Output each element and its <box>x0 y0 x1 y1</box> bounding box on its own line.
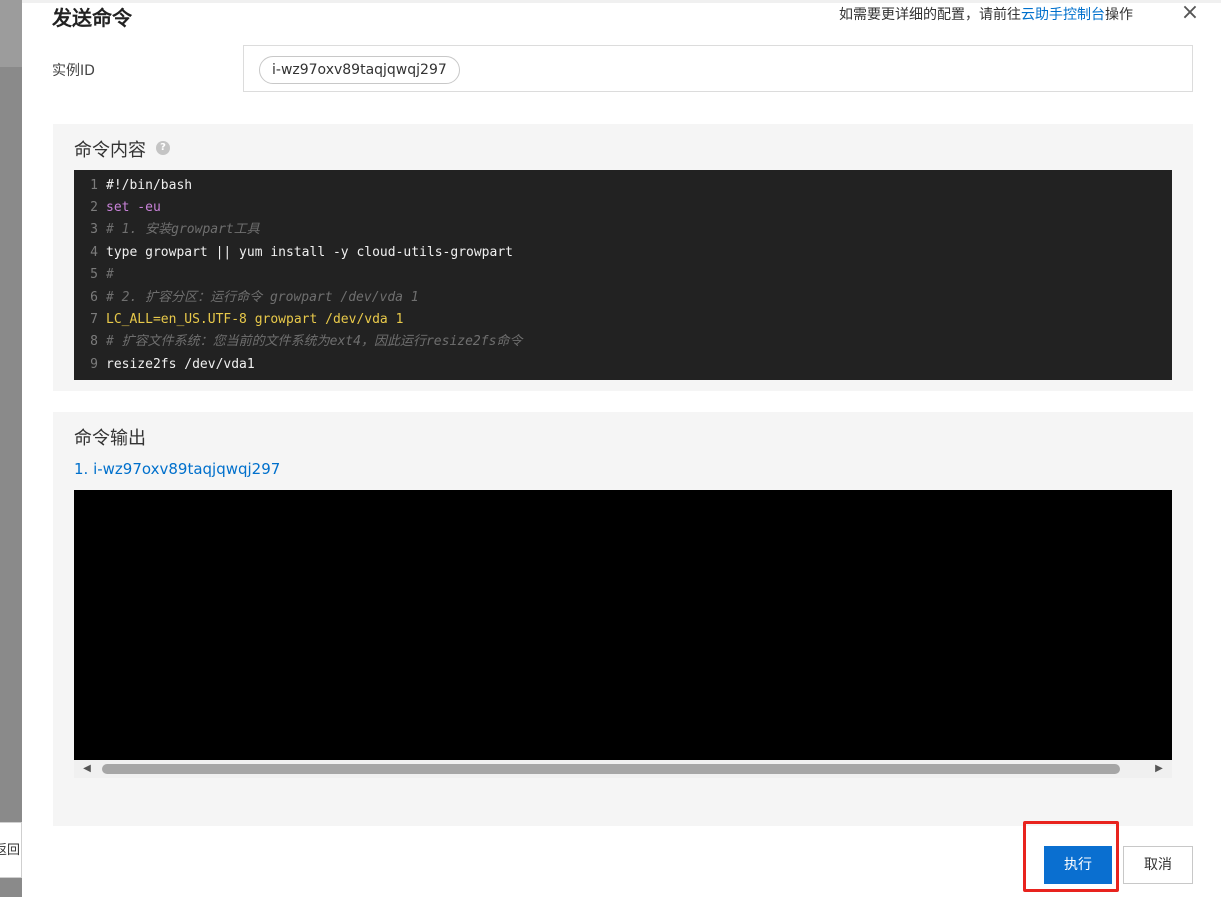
code-line: 7 LC_ALL=en_US.UTF-8 growpart /dev/vda 1 <box>90 312 404 327</box>
cancel-button[interactable]: 取消 <box>1123 846 1193 884</box>
code-line: 6 # 2. 扩容分区：运行命令 growpart /dev/vda 1 <box>90 290 419 305</box>
instance-chip[interactable]: i-wz97oxv89taqjqwqj297 <box>259 56 460 84</box>
scroll-right-icon[interactable]: ▶ <box>1150 760 1168 778</box>
dialog-hint: 如需要更详细的配置，请前往云助手控制台操作 <box>839 4 1133 24</box>
hint-suffix: 操作 <box>1105 7 1133 23</box>
command-output-title: 命令输出 <box>74 428 146 449</box>
close-icon[interactable]: × <box>1179 2 1201 24</box>
scrollbar-thumb[interactable] <box>102 764 1120 774</box>
background-header <box>0 0 22 67</box>
output-terminal <box>74 490 1172 760</box>
code-line: 8 # 扩容文件系统：您当前的文件系统为ext4，因此运行resize2fs命令 <box>90 334 523 349</box>
code-line: 9 resize2fs /dev/vda1 <box>90 357 255 372</box>
code-line: 3 # 1. 安装growpart工具 <box>90 222 260 237</box>
send-command-dialog: 发送命令 如需要更详细的配置，请前往云助手控制台操作 × 实例ID i-wz97… <box>22 0 1221 897</box>
code-line: 5 # <box>90 267 114 282</box>
horizontal-scrollbar[interactable]: ◀ ▶ <box>74 760 1172 778</box>
scroll-left-icon[interactable]: ◀ <box>78 760 96 778</box>
code-line: 1 #!/bin/bash <box>90 178 193 193</box>
background-page: 返回 <box>0 0 22 897</box>
code-editor[interactable]: 1 #!/bin/bash 2 set -eu 3 # 1. 安装growpart工具… <box>74 170 1172 380</box>
dialog-title: 发送命令 <box>52 6 132 30</box>
code-line: 4 type growpart || yum install -y cloud-u… <box>90 245 513 260</box>
cloud-assistant-console-link[interactable]: 云助手控制台 <box>1021 7 1105 23</box>
command-content-title: 命令内容 <box>74 140 146 161</box>
command-content-panel: 命令内容 ? 1 #!/bin/bash 2 set -eu 3 # 1. 安装gro… <box>53 124 1193 391</box>
help-icon[interactable]: ? <box>156 141 170 155</box>
code-line: 2 set -eu <box>90 200 161 215</box>
output-instance-link[interactable]: 1. i-wz97oxv89taqjqwqj297 <box>74 460 280 478</box>
instance-id-label: 实例ID <box>52 63 95 79</box>
execute-button[interactable]: 执行 <box>1044 846 1112 884</box>
hint-prefix: 如需要更详细的配置，请前往 <box>839 7 1021 23</box>
background-back-button: 返回 <box>0 822 22 878</box>
command-output-panel: 命令输出 1. i-wz97oxv89taqjqwqj297 ◀ ▶ <box>53 412 1193 826</box>
instance-id-field[interactable]: i-wz97oxv89taqjqwqj297 <box>243 45 1193 92</box>
